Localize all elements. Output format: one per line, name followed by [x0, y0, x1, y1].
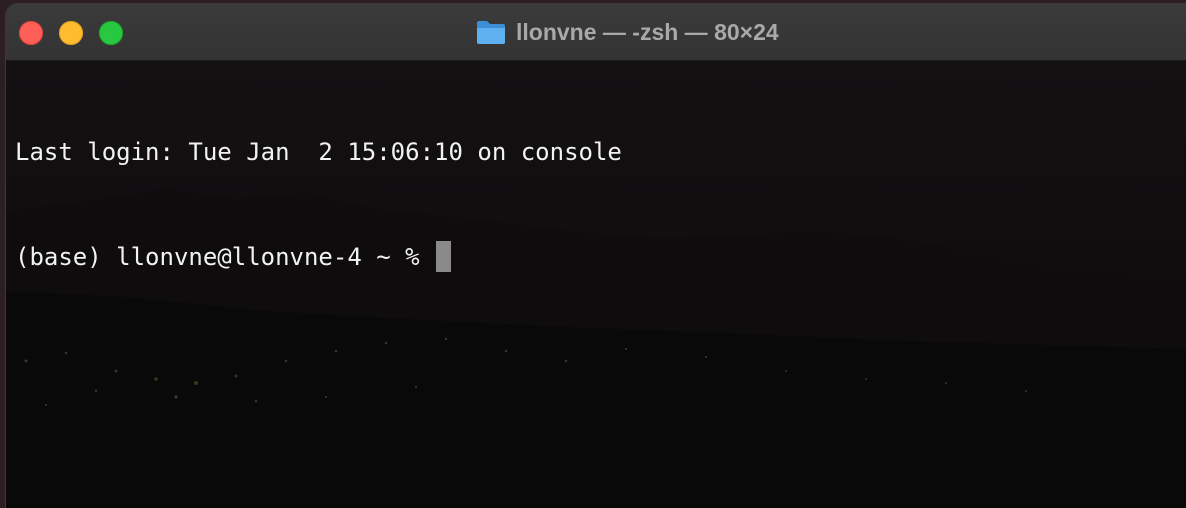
- close-button[interactable]: [19, 21, 43, 45]
- window-title-text: llonvne — -zsh — 80×24: [516, 18, 779, 45]
- terminal-line-prompt: (base) llonvne@llonvne-4 ~ %: [15, 240, 622, 275]
- folder-icon: [477, 21, 505, 44]
- prompt-text: (base) llonvne@llonvne-4 ~ %: [15, 243, 435, 271]
- title-bar[interactable]: llonvne — -zsh — 80×24: [6, 4, 1186, 61]
- terminal-line-login: Last login: Tue Jan 2 15:06:10 on consol…: [15, 138, 622, 166]
- terminal-output[interactable]: Last login: Tue Jan 2 15:06:10 on consol…: [15, 65, 622, 345]
- terminal-window: llonvne — -zsh — 80×24 Last login: Tue J…: [6, 4, 1186, 508]
- text-cursor: [436, 241, 452, 272]
- minimize-button[interactable]: [59, 21, 83, 45]
- terminal-content[interactable]: Last login: Tue Jan 2 15:06:10 on consol…: [6, 61, 1186, 508]
- window-title: llonvne — -zsh — 80×24: [476, 17, 779, 47]
- zoom-button[interactable]: [99, 21, 123, 45]
